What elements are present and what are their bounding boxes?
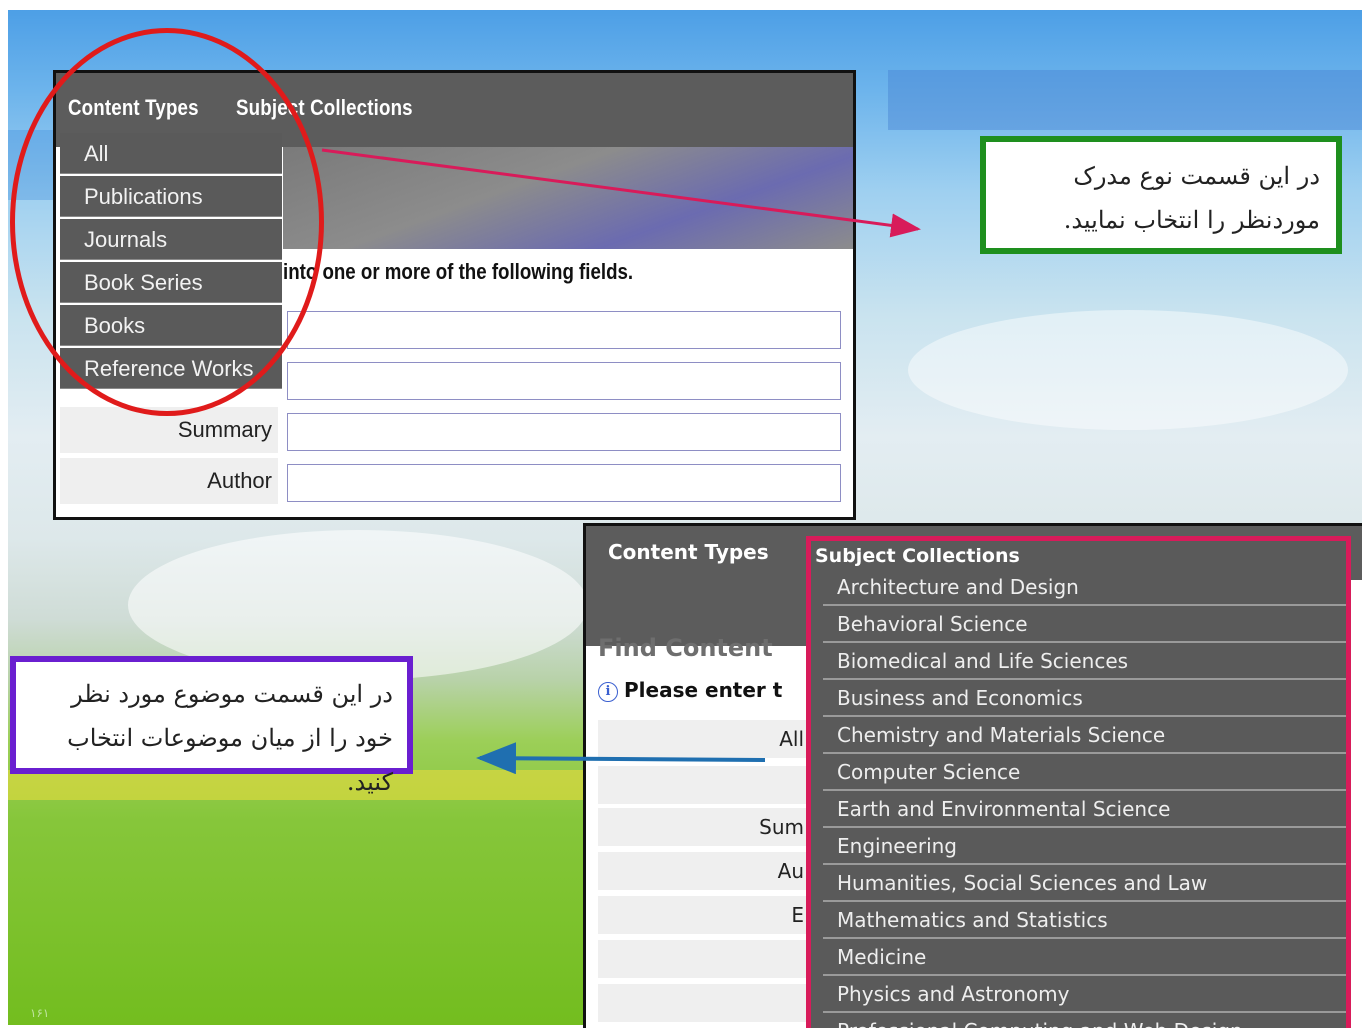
subject-item[interactable]: Architecture and Design <box>823 569 1346 606</box>
subject-item[interactable]: Business and Economics <box>823 680 1346 717</box>
subject-collections-title[interactable]: Subject Collections <box>811 541 1346 569</box>
label-summary: Sum <box>598 808 808 846</box>
subject-collections-list: Subject Collections Architecture and Des… <box>806 536 1351 1028</box>
please-enter-text: i Please enter t <box>598 678 782 702</box>
subject-item[interactable]: Computer Science <box>823 754 1346 791</box>
subject-item[interactable]: Medicine <box>823 939 1346 976</box>
subject-item[interactable]: Earth and Environmental Science <box>823 791 1346 828</box>
subject-callout: در این قسمت موضوع مورد نظر خود را از میا… <box>10 656 413 796</box>
label-author: Au <box>598 852 808 890</box>
subject-item[interactable]: Professional Computing and Web Design <box>823 1013 1346 1028</box>
author-field[interactable] <box>287 464 841 502</box>
subject-item[interactable]: Humanities, Social Sciences and Law <box>823 865 1346 902</box>
label-e: E <box>598 896 808 934</box>
instruction-text: into one or more of the following fields… <box>283 259 634 284</box>
label-all: All <box>598 720 808 758</box>
find-content-heading: Find Content <box>598 634 773 662</box>
subject-item[interactable]: Chemistry and Materials Science <box>823 717 1346 754</box>
banner-image <box>283 147 853 249</box>
search-field-2[interactable] <box>287 362 841 400</box>
subject-item[interactable]: Behavioral Science <box>823 606 1346 643</box>
subject-item[interactable]: Engineering <box>823 828 1346 865</box>
highlight-oval <box>10 28 324 416</box>
subject-collections-screenshot: Content Types Find Content i Please enter… <box>583 523 1362 1028</box>
tab-content-types[interactable]: Content Types <box>608 540 769 564</box>
content-type-callout: در این قسمت نوع مدرک موردنظر را انتخاب ن… <box>980 136 1342 254</box>
subject-item[interactable]: Mathematics and Statistics <box>823 902 1346 939</box>
author-label: Author <box>60 458 278 504</box>
info-icon: i <box>598 682 618 702</box>
please-enter-label: Please enter t <box>624 678 783 702</box>
slide-number: ۱۶۱ <box>30 1006 50 1020</box>
subject-item[interactable]: Biomedical and Life Sciences <box>823 643 1346 680</box>
subject-item[interactable]: Physics and Astronomy <box>823 976 1346 1013</box>
summary-field[interactable] <box>287 413 841 451</box>
search-field-1[interactable] <box>287 311 841 349</box>
